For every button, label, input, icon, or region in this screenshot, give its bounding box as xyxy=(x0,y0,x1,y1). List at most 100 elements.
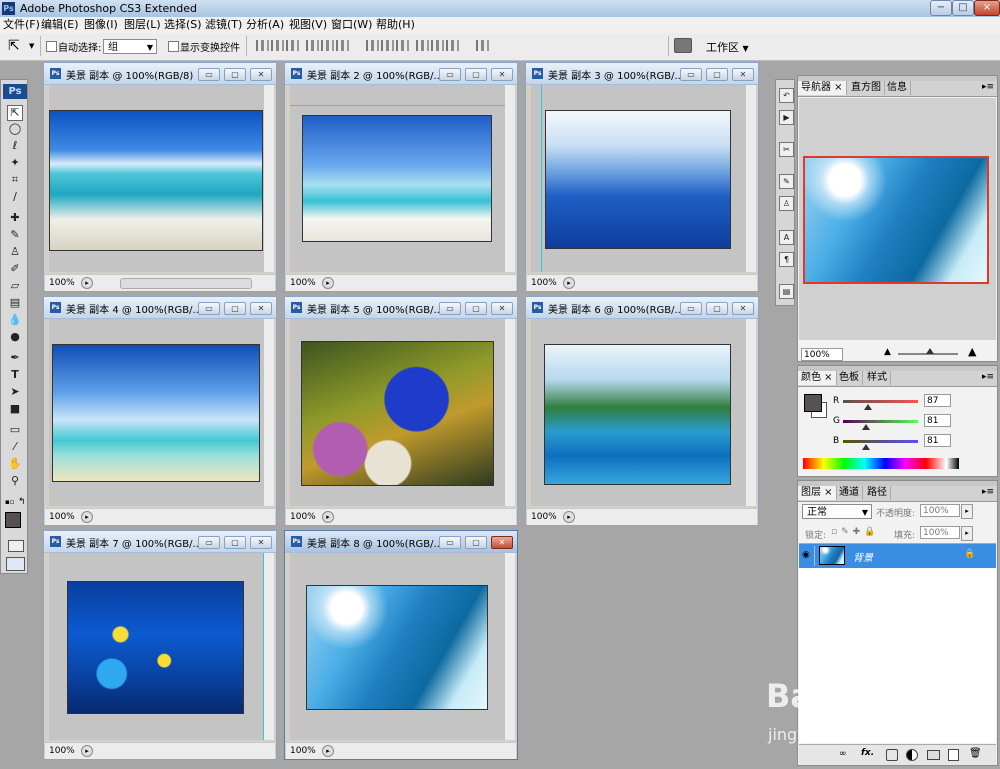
tool-preset-arrow-icon[interactable]: ▼ xyxy=(29,42,34,50)
document-title-bar[interactable]: Ps 美景 副本 4 @ 100%(RGB/... ▭ ▢ ✕ xyxy=(44,297,276,319)
menu-help[interactable]: 帮助(H) xyxy=(376,18,415,32)
document-window-2[interactable]: Ps 美景 副本 2 @ 100%(RGB/... ▭ ▢ ✕ 100% ▸ xyxy=(284,62,518,292)
status-menu-icon[interactable]: ▸ xyxy=(81,745,93,757)
vertical-scrollbar[interactable] xyxy=(264,553,274,740)
horizontal-scrollbar[interactable] xyxy=(120,278,252,289)
zoom-level[interactable]: 100% xyxy=(49,277,75,289)
eyedropper-tool-icon[interactable]: ⁄ xyxy=(8,440,22,454)
document-title-bar[interactable]: Ps 美景 副本 6 @ 100%(RGB/... ▭ ▢ ✕ xyxy=(526,297,758,319)
status-menu-icon[interactable]: ▸ xyxy=(81,277,93,289)
document-title-bar[interactable]: Ps 美景 副本 5 @ 100%(RGB/... ▭ ▢ ✕ xyxy=(285,297,517,319)
distribute-right-icon[interactable] xyxy=(446,40,459,51)
document-canvas[interactable] xyxy=(49,85,264,272)
doc-maximize-button[interactable]: ▢ xyxy=(465,302,487,315)
tab-swatches[interactable]: 色板 xyxy=(836,371,863,385)
foreground-color-swatch[interactable] xyxy=(5,512,21,528)
vertical-scrollbar[interactable] xyxy=(505,319,515,506)
doc-minimize-button[interactable]: ▭ xyxy=(439,68,461,81)
vertical-scrollbar[interactable] xyxy=(746,319,756,506)
doc-minimize-button[interactable]: ▭ xyxy=(439,302,461,315)
red-slider-track[interactable] xyxy=(843,400,918,403)
tool-presets-icon[interactable]: ✂ xyxy=(779,142,794,157)
distribute-hcenter-icon[interactable] xyxy=(431,40,444,51)
doc-maximize-button[interactable]: ▢ xyxy=(224,68,246,81)
gradient-tool-icon[interactable]: ▤ xyxy=(8,296,22,310)
layer-name[interactable]: 背景 xyxy=(853,549,873,564)
document-title-bar[interactable]: Ps 美景 副本 2 @ 100%(RGB/... ▭ ▢ ✕ xyxy=(285,63,517,85)
tab-color[interactable]: 颜色 × xyxy=(798,371,837,385)
layer-comps-icon[interactable]: ▤ xyxy=(779,284,794,299)
pen-tool-icon[interactable]: ✒ xyxy=(8,351,22,365)
quick-mask-icon[interactable] xyxy=(8,540,24,552)
align-right-icon[interactable] xyxy=(336,40,349,51)
vertical-scrollbar[interactable] xyxy=(264,319,274,506)
clone-stamp-tool-icon[interactable]: ♙ xyxy=(8,245,22,259)
doc-close-button[interactable]: ✕ xyxy=(491,536,513,549)
document-title-bar[interactable]: Ps 美景 副本 7 @ 100%(RGB/... ▭ ▢ ✕ xyxy=(44,531,276,553)
history-panel-icon[interactable]: ↶ xyxy=(779,88,794,103)
auto-select-checkbox[interactable] xyxy=(46,41,57,52)
layer-row[interactable]: ◉ 背景 🔒 xyxy=(799,544,996,568)
zoom-level[interactable]: 100% xyxy=(290,277,316,289)
document-window-1[interactable]: Ps 美景 副本 @ 100%(RGB/8) ▭ ▢ ✕ 100% ▸ xyxy=(43,62,277,292)
move-tool-icon[interactable]: ⇱ xyxy=(7,105,23,121)
doc-minimize-button[interactable]: ▭ xyxy=(680,68,702,81)
status-menu-icon[interactable]: ▸ xyxy=(563,511,575,523)
notes-tool-icon[interactable]: ▭ xyxy=(8,423,22,437)
zoom-slider-knob[interactable] xyxy=(926,348,934,354)
history-brush-tool-icon[interactable]: ✐ xyxy=(8,262,22,276)
foreground-color-swatch[interactable] xyxy=(804,394,822,412)
workspace-button[interactable]: 工作区 ▼ xyxy=(706,39,749,55)
navigator-thumbnail[interactable] xyxy=(803,156,989,284)
status-menu-icon[interactable]: ▸ xyxy=(322,511,334,523)
fill-field[interactable]: 100% xyxy=(920,526,960,539)
brush-tool-icon[interactable]: ✎ xyxy=(8,228,22,242)
doc-maximize-button[interactable]: ▢ xyxy=(224,302,246,315)
panel-menu-icon[interactable]: ▸≡ xyxy=(982,487,994,497)
doc-close-button[interactable]: ✕ xyxy=(732,68,754,81)
tab-navigator[interactable]: 导航器 × xyxy=(798,81,847,95)
vertical-scrollbar[interactable] xyxy=(505,85,515,272)
doc-close-button[interactable]: ✕ xyxy=(732,302,754,315)
screen-mode-icon[interactable] xyxy=(6,557,25,571)
document-title-bar[interactable]: Ps 美景 副本 3 @ 100%(RGB/... ▭ ▢ ✕ xyxy=(526,63,758,85)
tab-styles[interactable]: 样式 xyxy=(864,371,891,385)
type-tool-icon[interactable]: T xyxy=(8,368,22,382)
distribute-bottom-icon[interactable] xyxy=(396,40,409,51)
close-button[interactable]: × xyxy=(974,0,1000,16)
document-canvas[interactable] xyxy=(531,85,746,272)
swap-colors-icon[interactable]: ↰ xyxy=(18,497,26,507)
document-window-8[interactable]: Ps 美景 副本 8 @ 100%(RGB/... ▭ ▢ ✕ 100% ▸ xyxy=(284,530,518,760)
doc-maximize-button[interactable]: ▢ xyxy=(706,68,728,81)
green-value-field[interactable]: 81 xyxy=(924,414,951,427)
document-canvas[interactable] xyxy=(290,553,505,740)
auto-align-layers-icon[interactable] xyxy=(476,40,489,51)
zoom-tool-icon[interactable]: ⚲ xyxy=(8,474,22,488)
menu-analysis[interactable]: 分析(A) xyxy=(246,18,284,32)
menu-select[interactable]: 选择(S) xyxy=(164,18,202,32)
red-value-field[interactable]: 87 xyxy=(924,394,951,407)
zoom-level[interactable]: 100% xyxy=(49,511,75,523)
align-bottom-icon[interactable] xyxy=(286,40,299,51)
blend-mode-dropdown[interactable]: 正常 ▼ xyxy=(802,504,872,519)
document-window-6[interactable]: Ps 美景 副本 6 @ 100%(RGB/... ▭ ▢ ✕ 100% ▸ xyxy=(525,296,759,526)
tab-info[interactable]: 信息 xyxy=(884,81,911,95)
blue-slider-knob[interactable] xyxy=(862,444,870,450)
zoom-level[interactable]: 100% xyxy=(531,277,557,289)
opacity-arrow-icon[interactable]: ▸ xyxy=(961,504,973,519)
default-colors-icon[interactable]: ▪▫ xyxy=(5,498,15,506)
blur-tool-icon[interactable]: 💧 xyxy=(8,313,22,327)
menu-file[interactable]: 文件(F) xyxy=(3,18,40,32)
doc-minimize-button[interactable]: ▭ xyxy=(680,302,702,315)
zoom-out-icon[interactable]: ▲ xyxy=(884,347,891,357)
document-title-bar[interactable]: Ps 美景 副本 8 @ 100%(RGB/... ▭ ▢ ✕ xyxy=(285,531,517,553)
menu-window[interactable]: 窗口(W) xyxy=(331,18,372,32)
marquee-tool-icon[interactable]: ◯ xyxy=(8,122,22,136)
color-spectrum-ramp[interactable] xyxy=(803,458,959,469)
healing-brush-tool-icon[interactable]: ✚ xyxy=(8,211,22,225)
panel-menu-icon[interactable]: ▸≡ xyxy=(982,82,994,92)
maximize-button[interactable]: □ xyxy=(952,0,974,16)
document-canvas[interactable] xyxy=(290,85,505,272)
menu-image[interactable]: 图像(I) xyxy=(84,18,118,32)
distribute-top-icon[interactable] xyxy=(366,40,379,51)
